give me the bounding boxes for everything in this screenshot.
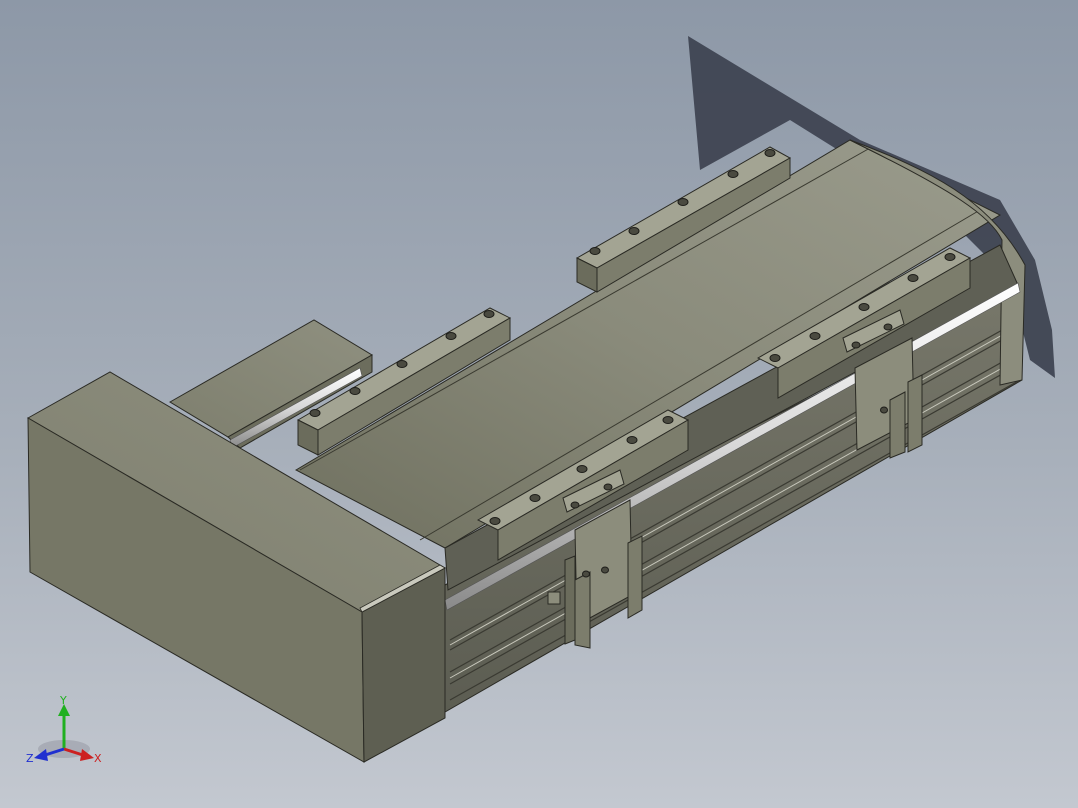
z-axis-label: Z xyxy=(26,752,34,765)
graphics-viewport[interactable]: Y X Z xyxy=(0,0,1078,808)
coordinate-triad: Y X Z xyxy=(26,694,102,765)
cad-model-view[interactable] xyxy=(0,0,1078,808)
x-axis-label: X xyxy=(94,752,102,765)
y-axis-label: Y xyxy=(59,694,67,707)
